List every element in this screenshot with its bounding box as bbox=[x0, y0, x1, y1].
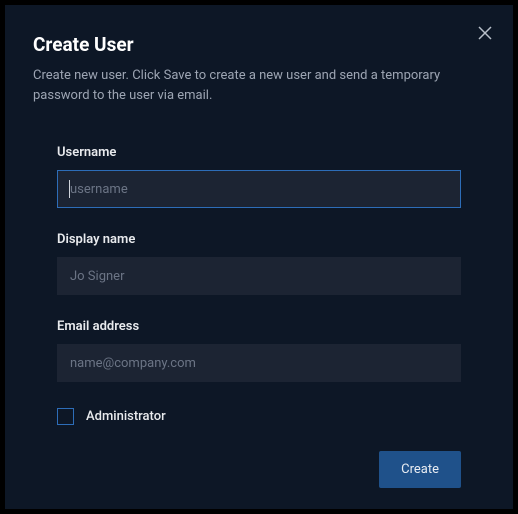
username-group: Username bbox=[57, 145, 461, 208]
modal-title: Create User bbox=[33, 33, 485, 56]
display-name-group: Display name bbox=[57, 232, 461, 295]
create-button[interactable]: Create bbox=[379, 451, 461, 488]
email-group: Email address bbox=[57, 319, 461, 382]
form-section: Username Display name Email address Admi… bbox=[33, 145, 485, 488]
create-user-modal: Create User Create new user. Click Save … bbox=[5, 5, 513, 509]
username-label: Username bbox=[57, 145, 461, 160]
close-button[interactable] bbox=[475, 23, 495, 43]
email-label: Email address bbox=[57, 319, 461, 334]
email-input[interactable] bbox=[57, 344, 461, 382]
administrator-label: Administrator bbox=[86, 409, 166, 424]
modal-description: Create new user. Click Save to create a … bbox=[33, 66, 483, 105]
administrator-row: Administrator bbox=[57, 408, 461, 425]
actions-row: Create bbox=[57, 451, 461, 488]
close-icon bbox=[478, 26, 492, 40]
username-input-wrap bbox=[57, 170, 461, 208]
display-name-input[interactable] bbox=[57, 257, 461, 295]
username-input[interactable] bbox=[57, 170, 461, 208]
administrator-checkbox[interactable] bbox=[57, 408, 74, 425]
display-name-label: Display name bbox=[57, 232, 461, 247]
text-cursor bbox=[69, 180, 70, 198]
